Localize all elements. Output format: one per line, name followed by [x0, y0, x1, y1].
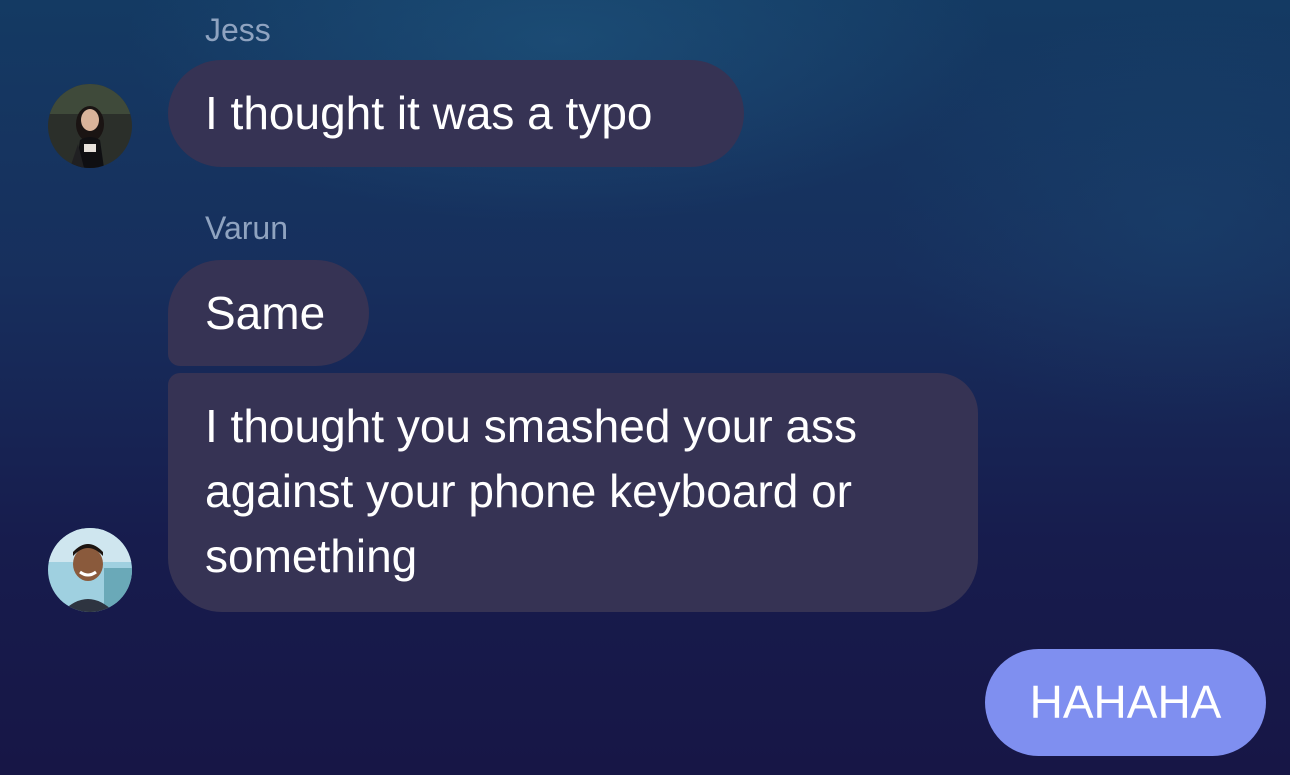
- outgoing-message-text: HAHAHA: [1029, 676, 1222, 728]
- message-bubble-varun-1[interactable]: Same: [168, 260, 369, 366]
- message-text: Same: [205, 287, 326, 339]
- varun-avatar-photo: [48, 528, 132, 612]
- sender-name-jess: Jess: [205, 12, 271, 48]
- message-text: I thought it was a typo: [205, 87, 653, 139]
- message-bubble-jess[interactable]: I thought it was a typo: [168, 60, 744, 167]
- jess-avatar-photo: [48, 84, 132, 168]
- jess-avatar[interactable]: [48, 84, 132, 168]
- varun-avatar[interactable]: [48, 528, 132, 612]
- message-bubble-varun-2[interactable]: I thought you smashed your ass against y…: [168, 373, 978, 612]
- message-text: I thought you smashed your ass against y…: [205, 400, 858, 582]
- outgoing-message-bubble[interactable]: HAHAHA: [985, 649, 1266, 756]
- sender-name-varun: Varun: [205, 210, 289, 246]
